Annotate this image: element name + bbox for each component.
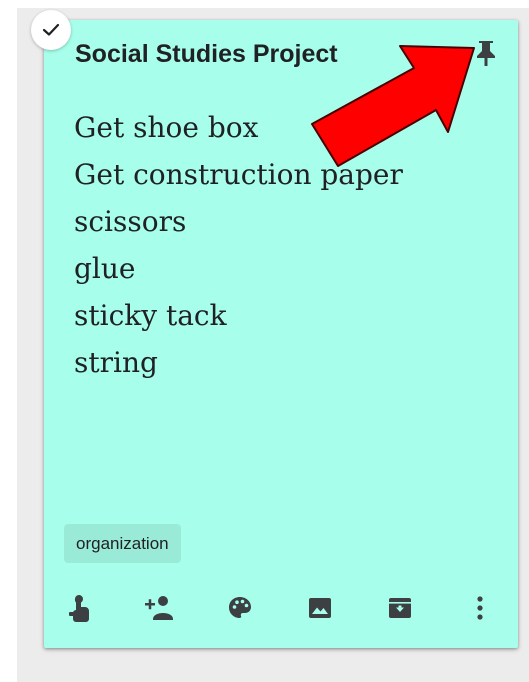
more-options-button[interactable] [460,588,500,628]
note-title[interactable]: Social Studies Project [75,40,338,69]
pin-icon[interactable] [473,38,499,68]
red-arrow-annotation [311,45,475,167]
archive-icon [389,598,411,618]
palette-icon [229,597,251,618]
remind-me-icon [69,595,89,622]
collaborator-icon [145,596,173,620]
collaborator-button[interactable] [140,588,180,628]
checkmark-icon [42,23,60,36]
list-item[interactable]: string [74,343,403,390]
add-image-button[interactable] [300,588,340,628]
list-item[interactable]: scissors [74,202,403,249]
more-icon [477,596,483,620]
select-note-checkbox[interactable] [31,10,71,50]
label-chip[interactable]: organization [64,524,181,563]
list-item[interactable]: glue [74,249,403,296]
change-color-button[interactable] [220,588,260,628]
image-icon [309,598,331,618]
remind-me-button[interactable] [60,588,100,628]
list-item[interactable]: sticky tack [74,296,403,343]
note-toolbar [60,588,500,628]
archive-button[interactable] [380,588,420,628]
